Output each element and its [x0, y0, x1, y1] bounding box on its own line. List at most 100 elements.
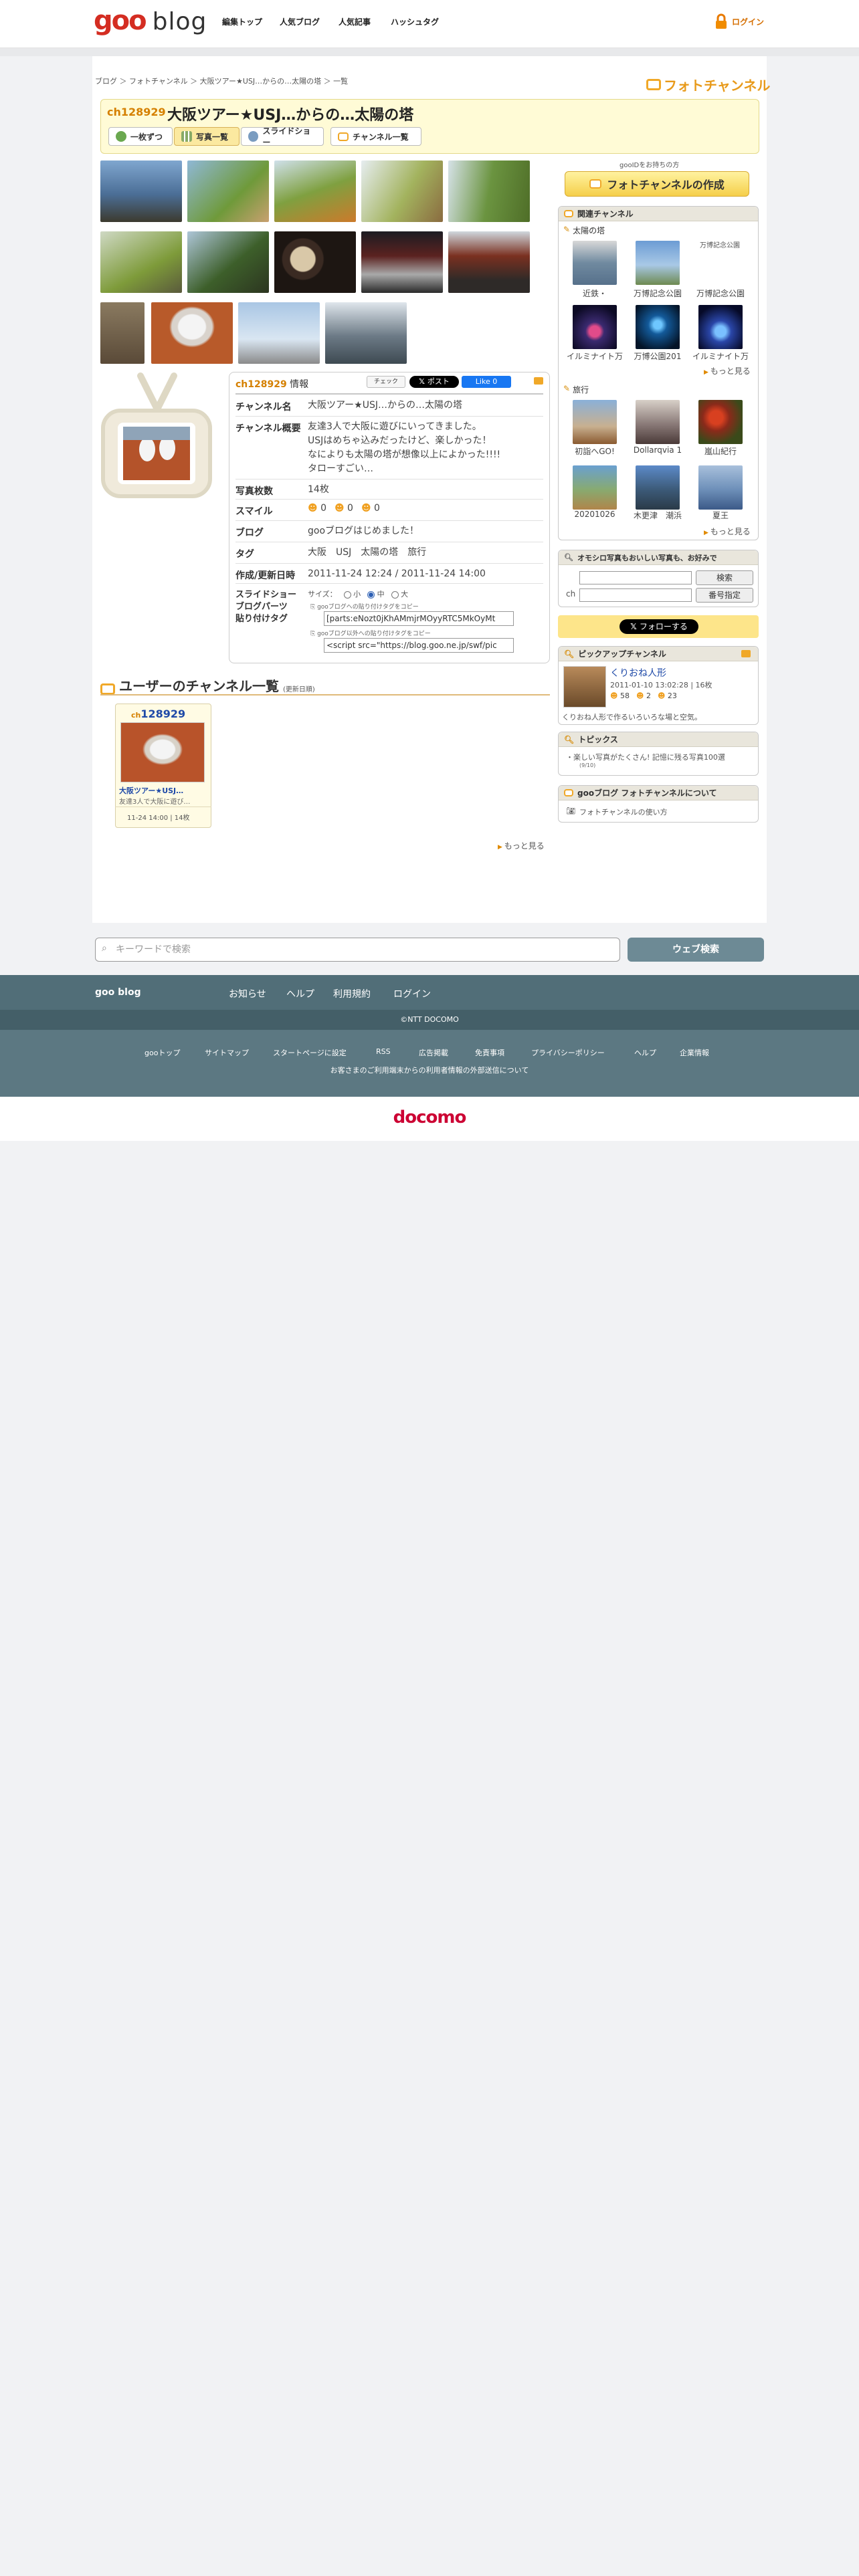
goo-blog-logo[interactable]: goo blog — [94, 5, 207, 36]
photo-thumb[interactable] — [448, 231, 530, 293]
keyword-search-input[interactable] — [579, 571, 692, 584]
related-thumb[interactable] — [636, 400, 680, 444]
tag-link[interactable]: 太陽の塔 — [361, 546, 398, 560]
related-caption[interactable]: イルミナイト万 — [565, 350, 625, 362]
footer-search-input[interactable]: キーワードで検索 — [95, 938, 620, 962]
footer-link-news[interactable]: お知らせ — [229, 987, 266, 1000]
photo-thumb[interactable] — [274, 160, 356, 222]
related-caption[interactable]: 20201026 — [565, 510, 625, 519]
related-thumb[interactable] — [573, 465, 617, 510]
related-caption[interactable]: 木更津 潮浜 — [628, 510, 688, 521]
nav-popular-blog[interactable]: 人気ブログ — [280, 16, 320, 27]
photo-thumb[interactable] — [361, 160, 443, 222]
photo-thumb[interactable] — [100, 160, 182, 222]
other-paste-tag-field[interactable]: <script src="https://blog.goo.ne.jp/swf/… — [324, 638, 514, 653]
photo-thumb[interactable] — [238, 302, 320, 364]
pickup-name[interactable]: くりおね人形 — [610, 666, 666, 679]
copy-other-tag-link[interactable]: ⎘ gooブログ以外への貼り付けタグをコピー — [310, 629, 431, 637]
nav-popular-article[interactable]: 人気記事 — [339, 16, 371, 27]
photo-thumb[interactable] — [448, 160, 530, 222]
x-post-button[interactable]: 𝕏 ポスト — [409, 376, 459, 388]
related-thumb[interactable] — [698, 305, 743, 349]
rss-icon[interactable] — [741, 650, 751, 657]
smile-neutral[interactable]: ☻ 0 — [335, 503, 353, 514]
more-link[interactable]: もっと見る — [498, 840, 545, 851]
about-link[interactable]: 📷︎ フォトチャンネルの使い方 — [566, 807, 668, 817]
related-caption[interactable]: イルミナイト万 — [690, 350, 751, 362]
related-thumb[interactable] — [573, 305, 617, 349]
footer-link-terms[interactable]: 利用規約 — [333, 987, 371, 1000]
facebook-like-button[interactable]: Like 0 — [462, 376, 511, 388]
create-channel-button[interactable]: フォトチャンネルの作成 — [565, 171, 749, 197]
copy-goo-tag-link[interactable]: ⎘ gooブログへの貼り付けタグをコピー — [310, 602, 419, 611]
footer-link[interactable]: ヘルプ — [634, 1047, 656, 1058]
related-thumb[interactable] — [636, 241, 680, 285]
photo-thumb[interactable] — [361, 231, 443, 293]
external-transmission-notice[interactable]: お客さまのご利用端末からの利用者情報の外部送信について — [0, 1065, 859, 1075]
tab-photo-list[interactable]: 写真一覧 — [174, 127, 240, 146]
related-caption[interactable]: 万博公園201 — [628, 350, 688, 362]
number-lookup-button[interactable]: 番号指定 — [696, 588, 753, 603]
tag-link[interactable]: 大阪 — [308, 546, 326, 560]
footer-brand[interactable]: goo blog — [95, 987, 141, 998]
photo-thumb[interactable] — [151, 302, 233, 364]
related-more-link[interactable]: もっと見る — [704, 526, 751, 537]
related-caption[interactable]: 初詣へGO! — [565, 445, 625, 457]
pickup-thumb[interactable] — [563, 666, 606, 708]
x-follow-button[interactable]: 𝕏 フォローする — [619, 619, 698, 634]
photo-thumb[interactable] — [274, 231, 356, 293]
related-more-link[interactable]: もっと見る — [704, 365, 751, 377]
related-caption[interactable]: 嵐山紀行 — [690, 445, 751, 457]
photo-channel-logo[interactable]: フォトチャンネル — [646, 75, 770, 94]
related-caption[interactable]: 万博記念公園 — [690, 288, 751, 299]
channel-number-input[interactable] — [579, 588, 692, 602]
card-title[interactable]: 大阪ツアー★USJ… — [119, 785, 183, 796]
related-thumb[interactable] — [698, 465, 743, 510]
related-thumb[interactable] — [573, 241, 617, 285]
related-caption[interactable]: 近鉄・ — [565, 288, 625, 299]
card-thumbnail[interactable] — [120, 722, 205, 782]
docomo-logo[interactable]: docomo — [0, 1107, 859, 1128]
footer-link[interactable]: gooトップ — [145, 1047, 180, 1058]
smile-happy[interactable]: ☻ 0 — [308, 503, 326, 514]
related-caption[interactable]: 夏王 — [690, 510, 751, 521]
breadcrumb-blog[interactable]: ブログ — [95, 77, 117, 86]
goo-paste-tag-field[interactable]: [parts:eNozt0jKhAMmjrMOyyRTC5MkOyMt — [324, 611, 514, 626]
photo-thumb[interactable] — [187, 160, 269, 222]
footer-link[interactable]: スタートページに設定 — [273, 1047, 347, 1058]
related-caption[interactable]: 万博記念公園 — [628, 288, 688, 299]
login-link[interactable]: ログイン — [714, 12, 764, 31]
blog-link[interactable]: gooブログはじめました！ — [308, 524, 419, 538]
footer-link[interactable]: 企業情報 — [680, 1047, 709, 1058]
size-medium-option[interactable]: 中 — [367, 588, 385, 599]
nav-edit-top[interactable]: 編集トップ — [222, 16, 262, 27]
footer-link-login[interactable]: ログイン — [393, 987, 431, 1000]
breadcrumb-channel[interactable]: 大阪ツアー★USJ…からの…太陽の塔 — [200, 77, 321, 86]
related-thumb[interactable] — [636, 305, 680, 349]
tag-link[interactable]: USJ — [336, 546, 351, 560]
footer-link[interactable]: RSS — [376, 1047, 391, 1056]
related-thumb[interactable] — [636, 465, 680, 510]
related-caption[interactable]: Dollarqvia 1 — [628, 445, 688, 455]
tag-link[interactable]: 旅行 — [407, 546, 426, 560]
tab-single[interactable]: 一枚ずつ — [108, 127, 173, 146]
photo-thumb[interactable] — [100, 302, 145, 364]
size-large-option[interactable]: 大 — [391, 588, 408, 599]
footer-link[interactable]: サイトマップ — [205, 1047, 249, 1058]
photo-thumb[interactable] — [100, 231, 182, 293]
size-small-option[interactable]: 小 — [343, 588, 361, 599]
tab-channel-list[interactable]: チャンネル一覧 — [330, 127, 421, 146]
mail-icon[interactable] — [534, 377, 543, 385]
related-thumb[interactable] — [698, 400, 743, 444]
footer-link-help[interactable]: ヘルプ — [286, 987, 314, 1000]
topic-item[interactable]: ・楽しい写真がたくさん! 記憶に残る写真100選 — [566, 752, 725, 762]
tab-slideshow[interactable]: スライドショー — [241, 126, 324, 147]
breadcrumb-photo-channel[interactable]: フォトチャンネル — [129, 77, 188, 86]
search-button[interactable]: 検索 — [696, 570, 753, 585]
check-button[interactable]: チェック — [367, 376, 405, 388]
related-thumb[interactable] — [573, 400, 617, 444]
broken-image-alt[interactable]: 万博記念公園 — [700, 242, 740, 250]
footer-link[interactable]: 広告掲載 — [419, 1047, 448, 1058]
nav-hashtag[interactable]: ハッシュタグ — [391, 16, 439, 27]
photo-thumb[interactable] — [187, 231, 269, 293]
